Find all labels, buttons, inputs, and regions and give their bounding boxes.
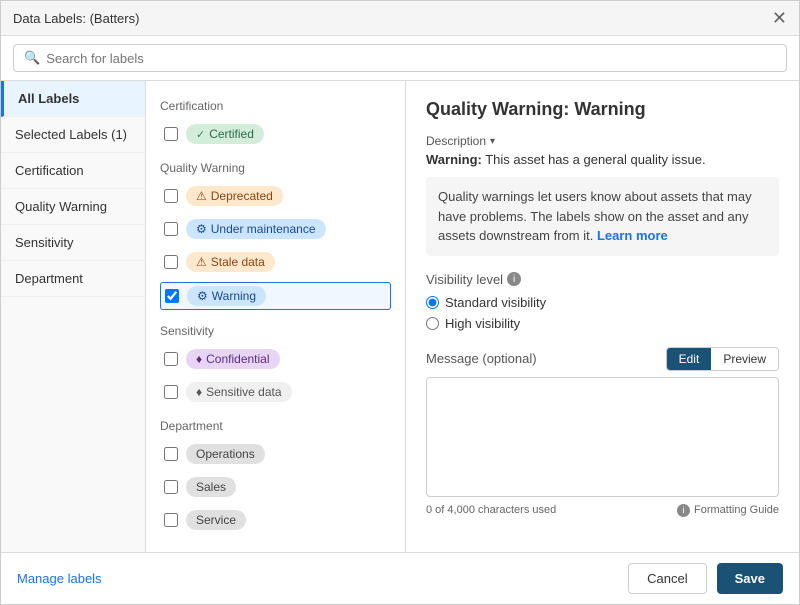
certification-group-title: Certification (160, 99, 391, 113)
sensitivity-group: Sensitivity ♦ Confidential ♦ Sensitive d… (160, 324, 391, 405)
dialog-footer: Manage labels Cancel Save (1, 552, 799, 604)
quality-warning-group-title: Quality Warning (160, 161, 391, 175)
certified-icon: ✓ (196, 128, 205, 141)
visibility-info-icon[interactable]: i (507, 272, 521, 286)
description-warning: Warning: This asset has a general qualit… (426, 152, 779, 167)
maintenance-icon: ⚙ (196, 222, 207, 236)
tab-group: Edit Preview (666, 347, 779, 371)
department-group-title: Department (160, 419, 391, 433)
dialog-header: Data Labels: (Batters) ✕ (1, 1, 799, 36)
checkbox-warning[interactable] (165, 289, 179, 303)
stale-icon: ⚠ (196, 255, 207, 269)
sidebar-item-quality-warning[interactable]: Quality Warning (1, 189, 145, 225)
search-icon: 🔍 (24, 50, 40, 66)
label-row-sensitive-data: ♦ Sensitive data (160, 379, 391, 405)
sensitive-icon: ♦ (196, 385, 202, 399)
radio-high-input[interactable] (426, 317, 439, 330)
badge-operations[interactable]: Operations (186, 444, 265, 464)
cancel-button[interactable]: Cancel (628, 563, 706, 594)
checkbox-certified[interactable] (164, 127, 178, 141)
formatting-guide-label: Formatting Guide (694, 504, 779, 516)
badge-sales[interactable]: Sales (186, 477, 236, 497)
detail-panel: Quality Warning: Warning Description ▾ W… (406, 81, 799, 552)
message-textarea[interactable] (426, 377, 779, 497)
close-button[interactable]: ✕ (772, 9, 787, 27)
labels-panel: Certification ✓ Certified Quality Warnin… (146, 81, 406, 552)
label-row-certified: ✓ Certified (160, 121, 391, 147)
confidential-icon: ♦ (196, 352, 202, 366)
search-input-wrap: 🔍 (13, 44, 787, 72)
label-row-operations: Operations (160, 441, 391, 467)
checkbox-stale-data[interactable] (164, 255, 178, 269)
radio-high-visibility[interactable]: High visibility (426, 316, 779, 331)
sidebar-item-sensitivity[interactable]: Sensitivity (1, 225, 145, 261)
label-row-under-maintenance: ⚙ Under maintenance (160, 216, 391, 242)
label-row-stale-data: ⚠ Stale data (160, 249, 391, 275)
checkbox-sales[interactable] (164, 480, 178, 494)
badge-deprecated[interactable]: ⚠ Deprecated (186, 186, 283, 206)
dialog: Data Labels: (Batters) ✕ 🔍 All Labels Se… (0, 0, 800, 605)
checkbox-under-maintenance[interactable] (164, 222, 178, 236)
radio-standard-input[interactable] (426, 296, 439, 309)
deprecated-icon: ⚠ (196, 189, 207, 203)
checkbox-deprecated[interactable] (164, 189, 178, 203)
sidebar-item-all-labels[interactable]: All Labels (1, 81, 145, 117)
badge-sensitive[interactable]: ♦ Sensitive data (186, 382, 292, 402)
char-count: 0 of 4,000 characters used (426, 504, 556, 516)
description-label: Description ▾ (426, 134, 779, 148)
badge-certified[interactable]: ✓ Certified (186, 124, 264, 144)
department-group: Department Operations Sales Service (160, 419, 391, 533)
warning-icon: ⚙ (197, 289, 208, 303)
manage-labels-link[interactable]: Manage labels (17, 571, 102, 586)
dialog-body: All Labels Selected Labels (1) Certifica… (1, 81, 799, 552)
badge-confidential[interactable]: ♦ Confidential (186, 349, 280, 369)
label-row-sales: Sales (160, 474, 391, 500)
message-section: Message (optional) Edit Preview 0 of 4,0… (426, 347, 779, 517)
message-label: Message (optional) (426, 351, 537, 366)
label-row-warning: ⚙ Warning (160, 282, 391, 310)
radio-standard-visibility[interactable]: Standard visibility (426, 295, 779, 310)
tab-edit-button[interactable]: Edit (667, 348, 712, 370)
info-icon-small: i (677, 504, 690, 517)
certification-group: Certification ✓ Certified (160, 99, 391, 147)
sidebar-item-department[interactable]: Department (1, 261, 145, 297)
info-box: Quality warnings let users know about as… (426, 177, 779, 256)
sidebar-item-selected-labels[interactable]: Selected Labels (1) (1, 117, 145, 153)
label-row-deprecated: ⚠ Deprecated (160, 183, 391, 209)
footer-buttons: Cancel Save (628, 563, 783, 594)
learn-more-link[interactable]: Learn more (597, 228, 668, 243)
message-header: Message (optional) Edit Preview (426, 347, 779, 371)
radio-group: Standard visibility High visibility (426, 295, 779, 331)
checkbox-operations[interactable] (164, 447, 178, 461)
dialog-title: Data Labels: (Batters) (13, 11, 139, 26)
visibility-section: Visibility level i Standard visibility H… (426, 272, 779, 331)
badge-warning[interactable]: ⚙ Warning (187, 286, 266, 306)
visibility-label: Visibility level i (426, 272, 779, 287)
label-row-confidential: ♦ Confidential (160, 346, 391, 372)
badge-maintenance[interactable]: ⚙ Under maintenance (186, 219, 326, 239)
detail-title: Quality Warning: Warning (426, 99, 779, 120)
label-row-service: Service (160, 507, 391, 533)
formatting-guide-link[interactable]: i Formatting Guide (677, 504, 779, 517)
save-button[interactable]: Save (717, 563, 783, 594)
search-input[interactable] (46, 51, 776, 66)
checkbox-confidential[interactable] (164, 352, 178, 366)
search-bar: 🔍 (1, 36, 799, 81)
badge-stale[interactable]: ⚠ Stale data (186, 252, 275, 272)
tab-preview-button[interactable]: Preview (711, 348, 778, 370)
checkbox-sensitive-data[interactable] (164, 385, 178, 399)
description-chevron-icon[interactable]: ▾ (490, 136, 495, 147)
message-footer: 0 of 4,000 characters used i Formatting … (426, 504, 779, 517)
sidebar: All Labels Selected Labels (1) Certifica… (1, 81, 146, 552)
standard-visibility-label: Standard visibility (445, 295, 546, 310)
quality-warning-group: Quality Warning ⚠ Deprecated ⚙ Under mai… (160, 161, 391, 310)
high-visibility-label: High visibility (445, 316, 520, 331)
sensitivity-group-title: Sensitivity (160, 324, 391, 338)
badge-service[interactable]: Service (186, 510, 246, 530)
checkbox-service[interactable] (164, 513, 178, 527)
sidebar-item-certification[interactable]: Certification (1, 153, 145, 189)
